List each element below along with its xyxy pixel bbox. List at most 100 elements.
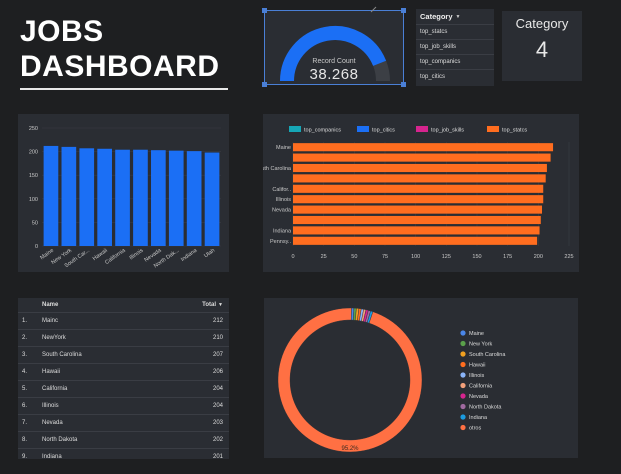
row-total: 207	[189, 345, 229, 363]
y-tick-label: 250	[29, 126, 38, 132]
category-filter[interactable]: Category ▼ top_statcs top_job_skills top…	[416, 9, 494, 86]
row-total: 204	[189, 379, 229, 397]
header-total[interactable]: Total ▼	[189, 298, 229, 312]
legend-label: Maine	[469, 331, 484, 337]
scorecard-value: 4	[535, 37, 549, 62]
legend-label: North Dakota	[469, 405, 502, 411]
legend-dot	[460, 340, 466, 347]
title-line-1: JOBS	[20, 15, 104, 48]
table-row[interactable]: 1. Mainc 212	[18, 311, 229, 329]
bar	[61, 146, 77, 246]
legend-label: Nevada	[469, 394, 489, 400]
donut-slice	[277, 307, 423, 453]
table-row[interactable]: 5. California 204	[18, 379, 229, 397]
legend-label: otros	[469, 426, 481, 432]
table-row[interactable]: 2. NewYork 210	[18, 328, 229, 346]
legend-label: South Carolina	[469, 352, 506, 358]
legend-swatch	[289, 126, 301, 132]
sort-desc-icon[interactable]: ▼	[218, 302, 223, 308]
header-name[interactable]: Name	[42, 298, 189, 312]
states-vertical-bar-chart[interactable]: 0 50 100 150 200 250 Maine New York South Car...…	[18, 114, 229, 272]
x-tick-label: 150	[472, 254, 481, 260]
legend-label: top_citics	[372, 128, 395, 134]
table-row[interactable]: 6. Illinois 204	[18, 396, 229, 414]
title-line-2: DASHBOARD	[20, 50, 220, 83]
bar	[115, 149, 130, 246]
filter-option[interactable]: top_job_skills	[416, 39, 494, 54]
legend-dot	[460, 393, 466, 399]
title-underline	[20, 88, 228, 90]
legend-label: top_statcs	[502, 128, 527, 134]
bar	[133, 149, 148, 246]
row-index: 8.	[18, 430, 42, 448]
row-total: 210	[189, 328, 229, 346]
states-horizontal-bar-chart[interactable]: top_companics top_citics top_job_skills top…	[255, 114, 579, 272]
bar	[293, 195, 544, 204]
bar	[43, 145, 59, 246]
x-tick-label: 50	[351, 254, 357, 260]
states-table[interactable]: Name Total ▼ 1. Mainc 212 2. NewYork 210 3. Sout…	[18, 298, 229, 459]
y-tick-label: 200	[29, 150, 38, 156]
bar	[97, 148, 112, 246]
x-tick-label: 125	[442, 254, 451, 260]
bar	[79, 148, 95, 246]
y-tick-label: South Carolina	[263, 166, 292, 172]
bar	[186, 151, 202, 246]
row-total: 204	[189, 396, 229, 414]
row-index: 5.	[18, 379, 42, 397]
filter-option[interactable]: top_citics	[416, 69, 494, 84]
row-name: California	[42, 379, 189, 397]
category-filter-header[interactable]: Category ▼	[416, 9, 494, 24]
row-name: Hawaii	[42, 362, 189, 380]
bar	[293, 215, 541, 225]
row-index: 6.	[18, 396, 42, 414]
header-total-label: Total	[202, 301, 217, 308]
bar	[293, 163, 547, 173]
bar	[293, 153, 551, 162]
legend-label: Indiana	[469, 415, 488, 421]
caret-down-icon[interactable]: ▼	[456, 14, 461, 20]
row-total: 206	[189, 362, 229, 380]
hbar-chart-svg: top_companics top_citics top_job_skills top…	[255, 126, 574, 260]
y-tick-label: Califor..	[272, 187, 291, 193]
y-tick-label: Indiana	[273, 228, 292, 234]
table-row[interactable]: 7. Nevada 203	[18, 413, 229, 431]
record-count-gauge[interactable]: Record Count 38.268	[262, 6, 406, 87]
table-row[interactable]: 4. Hawaii 206	[18, 362, 229, 380]
x-tick-label: 75	[382, 254, 388, 260]
table-row[interactable]: 9. Indiana 201	[18, 447, 229, 459]
legend-label: New York	[469, 342, 492, 348]
bar	[168, 150, 184, 246]
x-tick-label: Indiana	[180, 247, 199, 263]
row-index: 2.	[18, 328, 42, 346]
category-scorecard: Category 4	[502, 11, 582, 81]
dashboard-title: JOBS DASHBOARD	[20, 14, 232, 90]
row-name: South Carolina	[42, 345, 189, 363]
filter-option[interactable]: top_companics	[416, 54, 494, 69]
row-total: 201	[189, 447, 229, 459]
row-index: 1.	[18, 311, 42, 329]
bar	[293, 143, 554, 152]
bar	[204, 152, 220, 246]
bar	[293, 174, 546, 183]
legend-label: Hawaii	[469, 363, 486, 369]
bar	[293, 236, 538, 245]
states-donut-chart[interactable]: 95.2% Maine New York South Carolina Hawaii Il…	[264, 298, 578, 458]
row-index: 9.	[18, 447, 42, 459]
x-tick-label: Utah	[203, 248, 216, 260]
row-total: 212	[189, 311, 229, 329]
donut-chart-svg: 95.2% Maine New York South Carolina Hawaii Il…	[277, 307, 506, 453]
table-row[interactable]: 3. South Carolina 207	[18, 345, 229, 363]
x-tick-label: Illinois	[129, 248, 145, 262]
bar-chart-svg: 050100150200250MaineNew YorkSouth Car...…	[29, 126, 221, 269]
table-row[interactable]: 8. North Dakota 202	[18, 430, 229, 448]
y-tick-label: 50	[32, 220, 38, 226]
legend-label: Illinois	[469, 373, 485, 379]
bar	[293, 205, 543, 214]
legend-dot	[460, 414, 466, 420]
filter-option[interactable]: top_statcs	[416, 24, 494, 39]
legend-label: top_companics	[304, 128, 341, 134]
row-index: 3.	[18, 345, 42, 363]
row-name: Illinois	[42, 396, 189, 414]
legend-swatch	[487, 126, 499, 132]
